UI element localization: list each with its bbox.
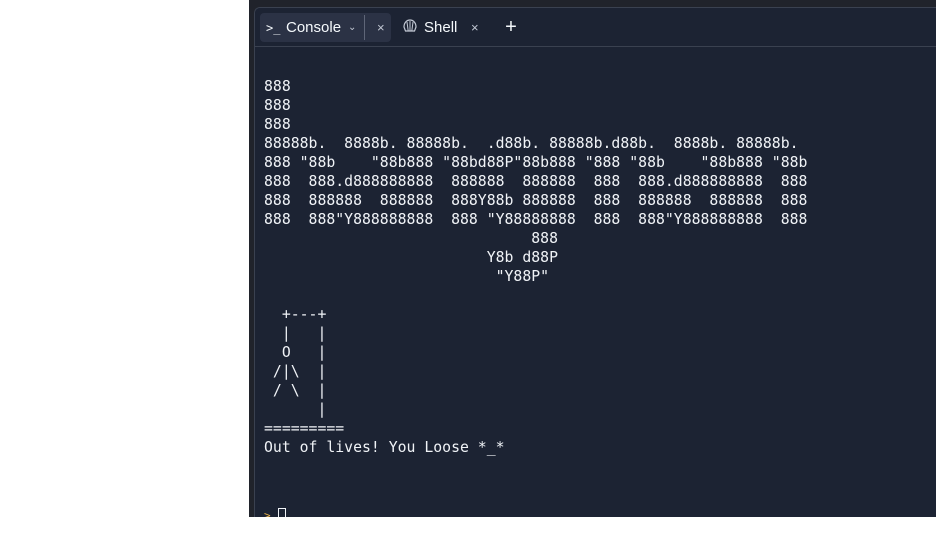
tab-shell[interactable]: Shell ×: [400, 13, 490, 42]
tab-console[interactable]: >_ Console ⌄ ×: [260, 13, 391, 42]
tab-bar: >_ Console ⌄ × Shell × +: [255, 8, 936, 47]
console-output-line: 888 888.d888888888 888888 888888 888 888…: [264, 173, 808, 190]
blank-area: [0, 0, 249, 533]
console-output-area[interactable]: 888 888 888 88888b. 8888b. 88888b. .d88b…: [255, 58, 936, 517]
console-output-line: 888: [264, 78, 291, 95]
console-output-line: Out of lives! You Loose *_*: [264, 439, 505, 456]
replit-console-pane: >_ Console ⌄ × Shell × + 888 888 888 888…: [254, 7, 936, 517]
page: >_ Console ⌄ × Shell × + 888 888 888 888…: [0, 0, 936, 533]
console-output-line: 88888b. 8888b. 88888b. .d88b. 88888b.d88…: [264, 135, 799, 152]
console-output-line: O |: [264, 344, 327, 361]
tab-console-label: Console: [286, 19, 342, 36]
console-output-line: 888: [264, 230, 558, 247]
tab-divider: [364, 15, 365, 40]
console-output-line: +---+: [264, 306, 327, 323]
console-output-line: / \ |: [264, 382, 327, 399]
console-output-line: /|\ |: [264, 363, 327, 380]
console-output-line: =========: [264, 420, 345, 437]
console-output-line: 888: [264, 116, 291, 133]
console-output-line: 888 888888 888888 888Y88b 888888 888 888…: [264, 192, 808, 209]
tab-shell-label: Shell: [424, 19, 458, 36]
shell-icon: [403, 19, 417, 36]
chevron-down-icon[interactable]: ⌄: [348, 22, 356, 33]
console-output-line: Y8b d88P: [264, 249, 558, 266]
console-output-line: 888 "88b "88b888 "88bd88P"88b888 "888 "8…: [264, 154, 808, 171]
add-tab-icon[interactable]: +: [501, 13, 521, 42]
terminal-prompt-icon: >_: [266, 20, 281, 35]
text-cursor: [278, 507, 286, 517]
close-shell-tab-icon[interactable]: ×: [471, 20, 479, 35]
console-output-line: 888 888"Y888888888 888 "Y88888888 888 88…: [264, 211, 808, 228]
console-output-line: | |: [264, 325, 327, 342]
console-input-line[interactable]: >: [264, 506, 286, 517]
console-output-line: "Y88P": [264, 268, 550, 285]
console-output-text: 888 888 888 88888b. 8888b. 88888b. .d88b…: [264, 77, 807, 457]
input-prompt-icon: >: [264, 509, 271, 517]
console-output-line: |: [264, 401, 327, 418]
console-output-line: 888: [264, 97, 291, 114]
console-top-strip: [255, 47, 936, 58]
close-console-tab-icon[interactable]: ×: [377, 20, 385, 35]
